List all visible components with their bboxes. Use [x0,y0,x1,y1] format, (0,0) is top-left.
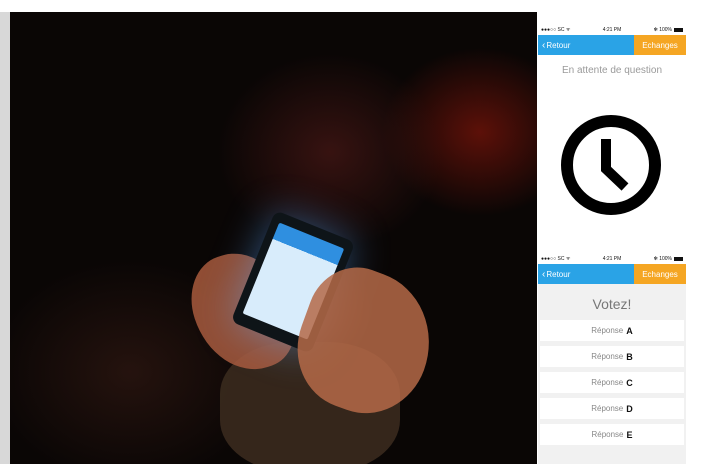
echanges-button-label: Echanges [642,269,678,279]
echanges-button[interactable]: Echanges [634,35,686,55]
answer-button-a[interactable]: Réponse A [540,320,684,341]
answer-letter: D [626,403,633,414]
nav-bar: ‹ Retour Echanges [538,264,686,284]
answer-list: Réponse A Réponse B Réponse C Réponse D … [538,320,686,445]
chevron-left-icon: ‹ [542,268,546,280]
status-carrier: ●●●○○ SC ᯤ [541,256,571,262]
battery-icon [673,27,683,32]
answer-button-e[interactable]: Réponse E [540,424,684,445]
chevron-left-icon: ‹ [542,39,546,51]
answer-label: Réponse [591,378,624,387]
answer-letter: E [626,429,633,440]
background-photo [10,12,537,464]
back-button[interactable]: ‹ Retour [538,35,634,55]
echanges-button-label: Echanges [642,40,678,50]
clock-icon [559,113,663,217]
back-button-label: Retour [546,269,571,279]
status-battery: ✻ 100% [654,27,683,33]
status-battery: ✻ 100% [654,256,683,262]
vote-title: Votez! [592,296,632,312]
answer-label: Réponse [591,352,624,361]
back-button[interactable]: ‹ Retour [538,264,634,284]
waiting-message: En attente de question [561,65,663,76]
status-bar: ●●●○○ SC ᯤ 4:21 PM ✻ 100% [538,254,686,264]
phone-mock-vote: ●●●○○ SC ᯤ 4:21 PM ✻ 100% ‹ Retour Echan… [538,254,686,464]
battery-icon [673,256,683,261]
answer-letter: A [626,325,633,336]
left-border [0,12,10,464]
answer-label: Réponse [591,404,624,413]
back-button-label: Retour [546,40,571,50]
status-time: 4:21 PM [602,27,622,33]
answer-letter: C [626,377,633,388]
answer-button-c[interactable]: Réponse C [540,372,684,393]
phone-mock-waiting: ●●●○○ SC ᯤ 4:21 PM ✻ 100% ‹ Retour Echan… [538,25,686,235]
status-carrier: ●●●○○ SC ᯤ [541,27,571,33]
answer-label: Réponse [591,326,624,335]
status-time: 4:21 PM [602,256,622,262]
echanges-button[interactable]: Echanges [634,264,686,284]
answer-label: Réponse [591,430,624,439]
status-bar: ●●●○○ SC ᯤ 4:21 PM ✻ 100% [538,25,686,35]
answer-button-d[interactable]: Réponse D [540,398,684,419]
answer-button-b[interactable]: Réponse B [540,346,684,367]
nav-bar: ‹ Retour Echanges [538,35,686,55]
answer-letter: B [626,351,633,362]
